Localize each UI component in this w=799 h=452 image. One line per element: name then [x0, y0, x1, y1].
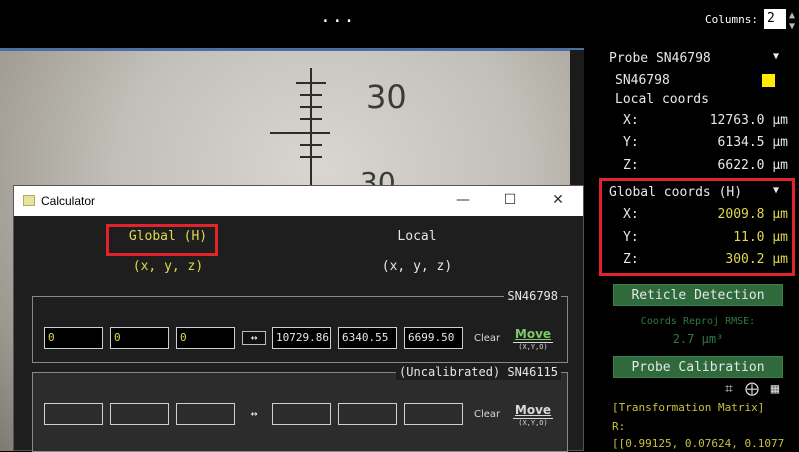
calculator-icon[interactable]: ▦ — [767, 381, 783, 397]
maximize-icon[interactable]: ☐ — [498, 190, 522, 210]
move-sublabel: (X,Y,O) — [513, 342, 553, 351]
local-y-axis: Y: — [623, 135, 639, 150]
global-x-field[interactable] — [44, 403, 103, 425]
probe-name: SN46798 — [615, 73, 670, 88]
global-y-field[interactable]: 0 — [110, 327, 169, 349]
top-bar: ... Columns: 2 ▲ ▼ — [0, 0, 799, 40]
rotation-label: R: — [612, 420, 626, 433]
move-sublabel: (X,Y,O) — [513, 418, 553, 427]
local-z-field[interactable] — [404, 403, 463, 425]
probe-calibration-button[interactable]: Probe Calibration — [613, 356, 783, 378]
reticle-tick — [300, 118, 322, 120]
view-border — [0, 48, 584, 51]
reticle-tick — [300, 156, 322, 158]
title-bar[interactable]: Calculator — ☐ ✕ — [14, 186, 583, 216]
clear-button[interactable]: Clear — [474, 409, 500, 420]
minimize-icon[interactable]: — — [451, 190, 475, 210]
local-subheader: (x, y, z) — [381, 259, 453, 274]
rmse-label: Coords Reproj RMSE: — [640, 316, 756, 327]
group-label: (Uncalibrated) SN46115 — [396, 364, 561, 380]
transformation-matrix-label: [Transformation Matrix] — [612, 401, 765, 414]
local-x-axis: X: — [623, 113, 639, 128]
crosshair-icon[interactable]: ⨁ — [744, 381, 760, 397]
reticle-number: 30 — [366, 78, 407, 116]
rotation-matrix-row: [[0.99125, 0.07624, 0.1077 — [612, 437, 785, 450]
local-y-field[interactable] — [338, 403, 397, 425]
window-title: Calculator — [41, 194, 96, 208]
local-x-field[interactable]: 10729.86 — [272, 327, 331, 349]
move-button[interactable]: Move (X,Y,O) — [513, 327, 553, 351]
local-y-field[interactable]: 6340.55 — [338, 327, 397, 349]
spin-arrows-icon[interactable]: ▲ ▼ — [789, 10, 799, 32]
calculator-icon — [23, 195, 35, 206]
grid-icon[interactable]: ⌗ — [721, 381, 737, 397]
swap-button[interactable]: ↔ — [242, 407, 266, 421]
swap-button[interactable]: ↔ — [242, 331, 266, 345]
local-z-field[interactable]: 6699.50 — [404, 327, 463, 349]
more-options-icon[interactable]: ... — [320, 6, 356, 27]
local-y-value: 6134.5 µm — [717, 135, 788, 150]
reticle-tick — [300, 106, 322, 108]
columns-spinbox[interactable]: 2 — [764, 9, 786, 29]
highlight-box — [599, 178, 795, 276]
reticle-tick — [300, 94, 322, 96]
close-icon[interactable]: ✕ — [546, 190, 570, 210]
global-z-field[interactable] — [176, 403, 235, 425]
group-label: SN46798 — [504, 288, 561, 304]
reticle-tick — [296, 82, 326, 84]
rmse-value: 2.7 µm³ — [672, 332, 724, 346]
clear-button[interactable]: Clear — [474, 333, 500, 344]
reticle-tick — [300, 144, 322, 146]
dropdown-icon[interactable]: ▼ — [773, 51, 779, 62]
calculator-window: Calculator — ☐ ✕ Global (H) (x, y, z) Lo… — [13, 185, 584, 452]
reticle-detection-button[interactable]: Reticle Detection — [613, 284, 783, 306]
local-z-axis: Z: — [623, 158, 639, 173]
global-z-field[interactable]: 0 — [176, 327, 235, 349]
probe-group-sn46115: (Uncalibrated) SN46115 ↔ Clear Move (X,Y… — [32, 364, 568, 452]
reticle-axis — [310, 68, 312, 188]
local-z-value: 6622.0 µm — [717, 158, 788, 173]
probe-color-swatch[interactable] — [762, 74, 775, 87]
global-y-field[interactable] — [110, 403, 169, 425]
columns-label: Columns: — [705, 13, 758, 26]
move-label: Move — [514, 327, 552, 341]
move-button[interactable]: Move (X,Y,O) — [513, 403, 553, 427]
global-subheader: (x, y, z) — [132, 259, 204, 274]
local-header: Local — [397, 229, 437, 244]
probe-group-sn46798: SN46798 0 0 0 ↔ 10729.86 6340.55 6699.50… — [32, 288, 568, 363]
reticle-tick — [270, 132, 330, 134]
local-x-field[interactable] — [272, 403, 331, 425]
probe-select[interactable]: Probe SN46798 — [609, 51, 711, 66]
local-coords-label: Local coords — [615, 92, 709, 107]
highlight-box — [106, 224, 218, 256]
global-x-field[interactable]: 0 — [44, 327, 103, 349]
local-x-value: 12763.0 µm — [709, 113, 788, 128]
move-label: Move — [514, 403, 552, 417]
